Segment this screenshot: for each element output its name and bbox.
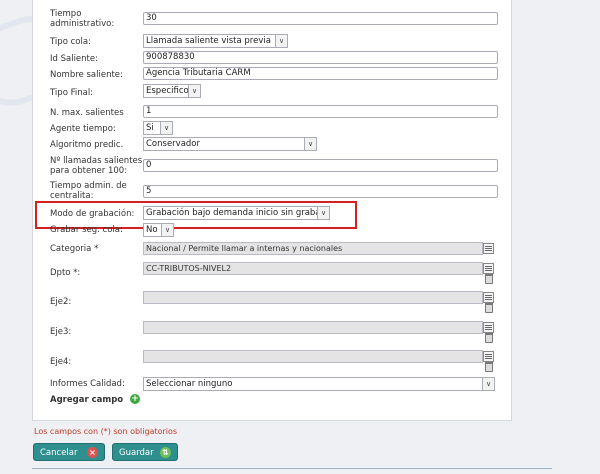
dpto-field: CC-TRIBUTOS-NIVEL2 xyxy=(143,262,483,275)
eje2-field xyxy=(143,291,483,304)
grabar-seg-cola-label: Grabar seg. cola: xyxy=(50,225,123,235)
agregar-campo-link[interactable]: Agregar campo xyxy=(50,395,123,405)
list-icon[interactable] xyxy=(483,322,494,333)
list-icon[interactable] xyxy=(483,263,494,274)
informes-calidad-select[interactable]: Seleccionar ninguno ∨ xyxy=(143,377,495,391)
id-saliente-input[interactable]: 900878830 xyxy=(143,51,498,64)
eje4-label: Eje4: xyxy=(50,357,72,367)
eje4-field xyxy=(143,350,483,363)
cancel-button[interactable]: Cancelar × xyxy=(33,443,105,461)
list-icon[interactable] xyxy=(483,243,494,254)
trash-icon[interactable] xyxy=(485,274,493,284)
chevron-down-icon: ∨ xyxy=(482,378,494,390)
chevron-down-icon: ∨ xyxy=(160,122,172,134)
informes-calidad-label: Informes Calidad: xyxy=(50,379,125,389)
tipo-final-label: Tipo Final: xyxy=(50,88,94,98)
eje2-label: Eje2: xyxy=(50,297,72,307)
agente-tiempo-label: Agente tiempo: xyxy=(50,124,116,134)
save-button[interactable]: Guardar ⇅ xyxy=(112,443,178,461)
llamadas-input[interactable]: 0 xyxy=(143,159,498,172)
cancel-icon: × xyxy=(87,447,98,458)
max-salientes-label: N. max. salientes xyxy=(50,108,124,118)
agente-tiempo-select[interactable]: Si ∨ xyxy=(143,121,173,135)
list-icon[interactable] xyxy=(483,292,494,303)
algoritmo-label: Algoritmo predic. xyxy=(50,140,124,150)
trash-icon[interactable] xyxy=(485,333,493,343)
list-icon[interactable] xyxy=(483,351,494,362)
save-icon: ⇅ xyxy=(160,447,171,458)
chevron-down-icon: ∨ xyxy=(161,224,173,236)
modo-grabacion-select[interactable]: Grabación bajo demanda inicio sin grabar… xyxy=(143,206,330,220)
required-fields-note: Los campos con (*) son obligatorios xyxy=(34,427,178,436)
tipo-cola-label: Tipo cola: xyxy=(50,37,91,47)
chevron-down-icon: ∨ xyxy=(188,85,200,97)
nombre-saliente-input[interactable]: Agencia Tributaria CARM xyxy=(143,67,498,80)
tipo-cola-select[interactable]: Llamada saliente vista previa ∨ xyxy=(143,34,288,48)
id-saliente-label: Id Saliente: xyxy=(50,54,98,64)
tiempo-administrativo-input[interactable]: 30 xyxy=(143,12,498,25)
dpto-label: Dpto *: xyxy=(50,268,81,278)
tiempo-centralita-label: Tiempo admin. de centralita: xyxy=(50,181,127,201)
plus-circle-icon[interactable]: + xyxy=(130,394,140,404)
max-salientes-input[interactable]: 1 xyxy=(143,105,498,118)
nombre-saliente-label: Nombre saliente: xyxy=(50,70,123,80)
eje3-field xyxy=(143,321,483,334)
bottom-divider xyxy=(32,468,552,469)
tiempo-administrativo-label: Tiempo administrativo: xyxy=(50,9,115,29)
grabar-seg-cola-select[interactable]: No ∨ xyxy=(143,223,174,237)
trash-icon[interactable] xyxy=(485,303,493,313)
eje3-label: Eje3: xyxy=(50,327,72,337)
modo-grabacion-label: Modo de grabación: xyxy=(50,209,135,219)
chevron-down-icon: ∨ xyxy=(304,138,316,150)
categoria-field: Nacional / Permite llamar a internas y n… xyxy=(143,242,483,255)
tiempo-centralita-input[interactable]: 5 xyxy=(143,185,498,198)
categoria-label: Categoria * xyxy=(50,244,99,254)
chevron-down-icon: ∨ xyxy=(317,207,329,219)
llamadas-label: Nº llamadas salientes para obtener 100: xyxy=(50,156,143,176)
chevron-down-icon: ∨ xyxy=(275,35,287,47)
algoritmo-select[interactable]: Conservador ∨ xyxy=(143,137,317,151)
trash-icon[interactable] xyxy=(485,362,493,372)
tipo-final-select[interactable]: Especifico ∨ xyxy=(143,84,201,98)
